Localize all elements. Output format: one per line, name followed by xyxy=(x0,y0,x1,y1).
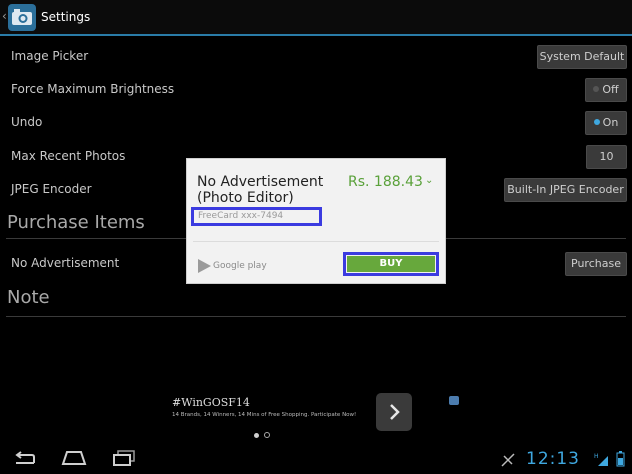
page-title: Settings xyxy=(41,10,91,24)
brightness-toggle[interactable]: Off xyxy=(585,78,627,102)
home-icon[interactable] xyxy=(61,450,87,466)
status-clock[interactable]: 12:13 xyxy=(526,449,580,469)
purchase-item-label: No Advertisement xyxy=(11,256,120,270)
carousel-indicator xyxy=(254,423,275,442)
setting-label: Force Maximum Brightness xyxy=(11,82,175,96)
chevron-right-icon xyxy=(390,404,400,420)
toggle-indicator-icon xyxy=(593,86,600,92)
purchase-dialog: No Advertisement (Photo Editor) Rs. 188.… xyxy=(186,158,446,284)
ad-next-button[interactable] xyxy=(376,393,412,431)
up-chevron-icon[interactable]: ‹ xyxy=(2,9,7,23)
payment-method[interactable]: FreeCard xxx-7494 xyxy=(191,207,322,226)
toggle-state: On xyxy=(602,116,619,129)
buy-button-label: BUY xyxy=(347,256,435,272)
back-icon[interactable] xyxy=(12,451,38,467)
store-label: Google play xyxy=(213,261,267,271)
setting-row-image-picker[interactable]: Image Picker System Default xyxy=(0,40,632,73)
undo-toggle[interactable]: On xyxy=(585,111,627,135)
jpeg-encoder-button[interactable]: Built-In JPEG Encoder xyxy=(504,178,627,202)
setting-label: Undo xyxy=(11,115,43,129)
toggle-indicator-icon xyxy=(593,119,600,125)
max-recent-photos-button[interactable]: 10 xyxy=(586,145,627,169)
setting-row-undo[interactable]: Undo On xyxy=(0,106,632,139)
image-picker-button[interactable]: System Default xyxy=(537,45,627,69)
setting-label: Image Picker xyxy=(11,49,89,63)
carousel-dot xyxy=(254,433,259,438)
dialog-price[interactable]: Rs. 188.43 xyxy=(348,174,423,190)
setting-label: JPEG Encoder xyxy=(11,182,92,196)
ad-subtext: 14 Brands, 14 Winners, 14 Mins of Free S… xyxy=(172,412,357,418)
svg-text:H: H xyxy=(594,453,599,460)
carousel-dot xyxy=(264,432,270,438)
notification-muted-icon[interactable] xyxy=(500,452,516,468)
toggle-state: Off xyxy=(602,83,619,96)
buy-button[interactable]: BUY xyxy=(343,252,439,276)
recent-apps-icon[interactable] xyxy=(112,450,136,467)
signal-battery-icon[interactable]: H xyxy=(594,451,628,467)
purchase-button[interactable]: Purchase xyxy=(565,252,627,276)
dialog-item-title: No Advertisement (Photo Editor) xyxy=(197,174,324,206)
google-play-icon xyxy=(198,259,211,273)
ad-info-icon[interactable] xyxy=(449,396,459,405)
note-section-title: Note xyxy=(7,287,50,308)
setting-row-brightness[interactable]: Force Maximum Brightness Off xyxy=(0,73,632,106)
ad-hashtag[interactable]: #WinGOSF14 xyxy=(172,396,250,409)
dialog-divider xyxy=(193,241,439,242)
chevron-down-icon[interactable]: ⌄ xyxy=(425,175,433,186)
action-bar: ‹ Settings xyxy=(0,0,632,36)
purchase-section-title: Purchase Items xyxy=(7,212,145,233)
setting-label: Max Recent Photos xyxy=(11,149,126,163)
camera-app-icon[interactable] xyxy=(8,4,36,31)
section-divider xyxy=(6,316,626,317)
